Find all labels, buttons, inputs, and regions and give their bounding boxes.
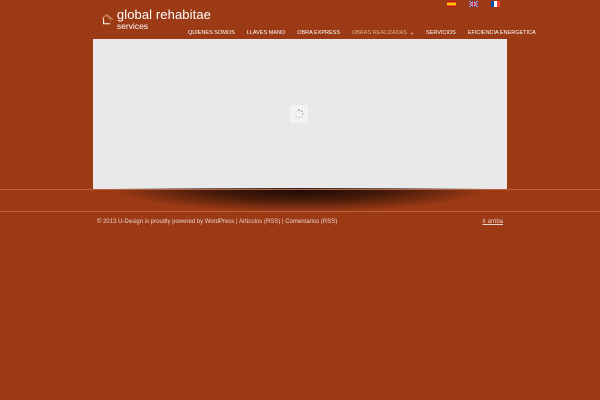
- loading-indicator: [290, 105, 308, 123]
- nav-item-label: EFICIENCIA ENERGETICA: [467, 30, 536, 36]
- nav-item-label: LLAVES MANO: [246, 30, 286, 36]
- divider: [0, 189, 600, 190]
- france-flag-icon[interactable]: [491, 1, 500, 7]
- nav-item-obras-realizadas[interactable]: OBRAS REALIZADAS ▼: [346, 30, 420, 36]
- spain-flag-icon[interactable]: [447, 1, 456, 7]
- articles-rss-link[interactable]: Artículos (RSS): [239, 219, 280, 225]
- nav-item-label: OBRA EXPRESS: [297, 30, 340, 36]
- nav-item-label: OBRAS REALIZADAS: [351, 30, 408, 36]
- nav-item-servicios[interactable]: SERVICIOS: [420, 30, 462, 36]
- footer-copyright: © 2013 U-Design is proudly powered by Wo…: [97, 219, 337, 225]
- chevron-down-icon: ▼: [410, 30, 414, 36]
- language-switcher: [447, 1, 500, 7]
- copyright-text: © 2013 U-Design is proudly powered by Wo…: [97, 219, 238, 225]
- nav-item-eficiencia-energetica[interactable]: EFICIENCIA ENERGETICA: [462, 30, 542, 36]
- nav-item-quienes-somos[interactable]: QUIENES SOMOS: [182, 30, 241, 36]
- page: global rehabitae services QUIENES SOMOS: [0, 0, 600, 400]
- nav-item-obra-express[interactable]: OBRA EXPRESS: [291, 30, 346, 36]
- main-navigation: QUIENES SOMOS LLAVES MANO OBRA EXPRESS O…: [182, 27, 542, 39]
- nav-item-llaves-mano[interactable]: LLAVES MANO: [241, 30, 291, 36]
- slider-shadow: [108, 188, 492, 212]
- house-ruler-logo-icon: [101, 14, 113, 25]
- comments-rss-link[interactable]: Comentarios (RSS): [285, 219, 337, 225]
- back-to-top-link[interactable]: Ir arriba: [482, 219, 503, 225]
- divider: [0, 211, 600, 212]
- footer-separator: |: [281, 219, 284, 225]
- nav-item-label: QUIENES SOMOS: [188, 30, 235, 36]
- nav-item-label: SERVICIOS: [425, 30, 456, 36]
- uk-flag-icon[interactable]: [469, 1, 478, 7]
- logo-name: global rehabitae: [116, 7, 211, 22]
- spinner-icon: [294, 109, 304, 119]
